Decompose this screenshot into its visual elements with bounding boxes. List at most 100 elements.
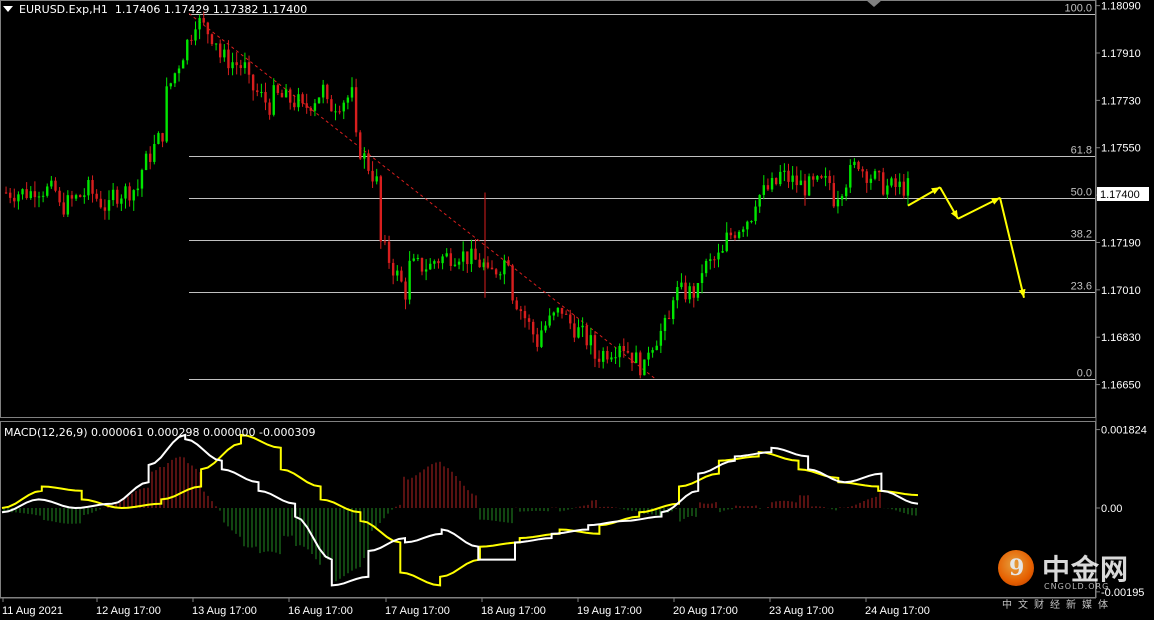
candle-bear [511,265,514,301]
candle-bull [424,269,428,272]
candle-bear [330,99,333,112]
candle-bull [157,133,160,144]
candle-bull [350,87,354,98]
time-label: 23 Aug 17:00 [769,605,834,617]
current-price-text: 1.17400 [1100,189,1140,201]
candle-bear [128,186,131,201]
candle-bull [746,221,749,230]
candle-bear [622,346,625,352]
candle-bear [400,270,403,282]
price-label: 1.18090 [1101,1,1141,13]
candle-bear [264,91,267,103]
candle-bull [169,83,172,87]
candle-bull [890,178,893,186]
candle-bear [766,185,770,190]
candle-bear [593,335,597,359]
candle-bear [210,34,214,45]
candle-bull [429,263,432,270]
candle-bull [223,49,226,58]
candle-bull [194,29,197,41]
candlestick-series [4,11,910,379]
candle-bull [243,62,247,69]
candle-bull [461,251,465,262]
candle-bull [779,171,782,185]
candle-bull [111,189,115,201]
candle-bear [519,309,523,312]
candle-bull [725,232,728,252]
time-label: 16 Aug 17:00 [288,605,353,617]
trading-chart[interactable]: 100.0 61.8 50.0 38.2 23.6 0.0 1.18090 1.17910 1… [0,0,1154,620]
candle-bull [342,102,345,112]
candle-bull [754,206,757,222]
candle-bear [774,178,778,185]
candle-bear [95,193,98,199]
candle-bear [564,313,568,315]
candle-bull [783,170,786,172]
candle-bull [742,229,745,232]
fib-level-label: 100.0 [1064,3,1092,15]
candle-bear [449,253,453,266]
candle-bear [404,281,407,300]
candle-bear [877,171,881,173]
candle-bear [626,351,630,353]
candle-bull [700,273,704,284]
candle-bear [902,181,906,196]
candle-bear [573,323,576,338]
price-label: 1.16650 [1101,380,1141,392]
candle-bear [490,267,494,270]
macd-signal-line [1,433,919,587]
candle-bear [359,132,362,159]
chart-header: EURUSD.Exp,H1 1.17406 1.17429 1.17382 1.… [3,3,307,16]
candle-bull [737,231,741,238]
candle-bull [132,190,135,201]
candle-bear [305,103,308,108]
candle-bull [688,286,691,300]
price-label: 1.17910 [1101,48,1141,60]
candle-bull [46,186,49,196]
candle-bull [297,94,300,108]
candle-bull [136,188,140,191]
candle-bear [787,170,790,182]
candle-bear [474,248,477,260]
chart-shift-marker[interactable] [866,0,882,7]
candle-bear [630,352,634,364]
candle-bull [186,39,189,61]
candle-bull [618,346,621,358]
candle-bull [165,86,168,142]
candle-bear [70,195,74,199]
candle-bull [272,85,275,115]
candle-bear [828,175,831,184]
candle-bear [309,107,313,111]
candle-bear [354,87,358,133]
candle-bear [58,190,61,203]
candle-bear [91,180,94,194]
candle-bear [812,176,815,180]
macd-axis-label: 0.001824 [1101,425,1147,437]
candle-bull [499,274,502,276]
candle-bull [906,178,910,196]
fibonacci-retracement[interactable]: 100.0 61.8 50.0 38.2 23.6 0.0 [188,3,1095,380]
dropdown-arrow-icon[interactable] [3,6,13,12]
cngold-logo-icon: 9 [998,550,1034,586]
time-label: 19 Aug 17:00 [577,605,642,617]
candle-bull [107,200,111,211]
candle-bear [227,49,230,69]
candle-bull [74,195,78,199]
candle-bear [247,62,251,75]
candle-bull [770,178,774,190]
candle-bull [17,194,20,202]
candle-bull [41,195,45,197]
cngold-watermark: 9 中金网 CNGOLD.ORG 中文财经新媒体 [998,546,1148,612]
candle-bear [531,321,535,335]
forecast-arrows [907,186,1026,298]
candle-bull [317,97,321,104]
candle-bear [383,241,387,243]
candle-bear [4,192,8,194]
candle-bear [239,65,242,69]
time-label: 11 Aug 2021 [2,605,63,617]
candle-bear [276,85,280,93]
fib-trend-line [188,13,657,380]
candle-bull [441,256,444,264]
price-label: 1.16830 [1101,332,1141,344]
candle-bull [540,330,543,347]
